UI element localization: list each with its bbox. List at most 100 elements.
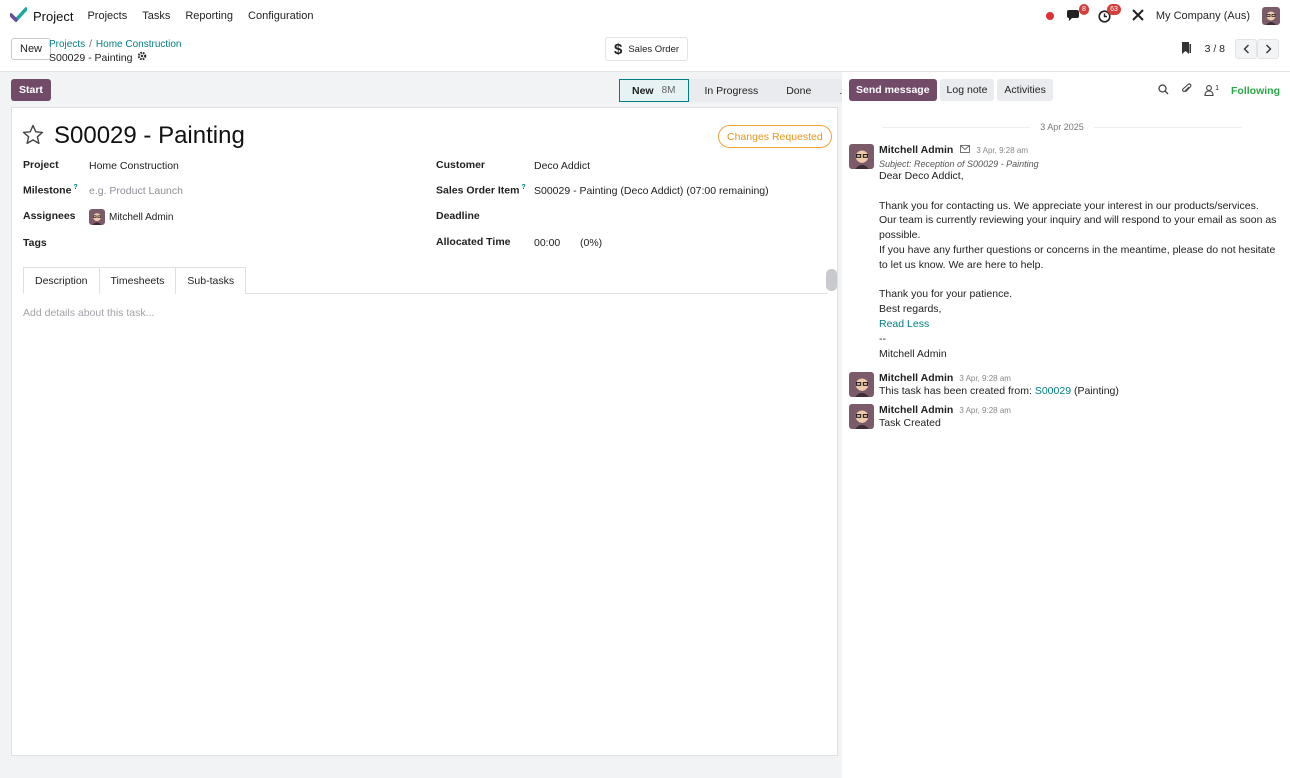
top-navbar: Project Projects Tasks Reporting Configu… — [0, 0, 1290, 32]
message-text: Task Created — [879, 417, 941, 429]
tab-timesheets[interactable]: Timesheets — [98, 267, 177, 294]
app-brand[interactable]: Project — [9, 7, 74, 25]
stage-new-label: New — [632, 84, 654, 97]
tab-sub-tasks[interactable]: Sub-tasks — [175, 267, 247, 294]
milestone-label: Milestone? — [23, 184, 78, 197]
start-timer-button[interactable]: Start — [11, 79, 51, 101]
tab-description[interactable]: Description — [23, 267, 100, 294]
stage-done[interactable]: Done — [770, 79, 824, 102]
message-author[interactable]: Mitchell Admin — [879, 144, 953, 156]
envelope-icon — [960, 144, 973, 156]
menu-configuration[interactable]: Configuration — [248, 10, 313, 22]
log-note-button[interactable]: Log note — [939, 79, 995, 101]
chatter-icons: 1 Following — [1158, 83, 1280, 98]
stage-duration: 8M — [661, 85, 676, 96]
tools-icon[interactable] — [1132, 8, 1144, 24]
form-scrollbar[interactable] — [826, 269, 837, 291]
new-button[interactable]: New — [11, 38, 52, 60]
author-avatar[interactable] — [849, 144, 874, 169]
customer-value[interactable]: Deco Addict — [534, 160, 590, 172]
form-sheet: S00029 - Painting Changes Requested Proj… — [11, 107, 838, 756]
stage-new[interactable]: New 8M — [619, 79, 689, 102]
message-line: Best regards, — [879, 303, 942, 316]
sales-order-item-value[interactable]: S00029 - Painting (Deco Addict) (07:00 r… — [534, 185, 769, 197]
sales-order-label: Sales Order — [628, 43, 680, 55]
milestone-help-icon[interactable]: ? — [73, 184, 77, 191]
menu-reporting[interactable]: Reporting — [185, 10, 233, 22]
sales-order-item-label-text: Sales Order Item — [436, 184, 520, 197]
menu-tasks[interactable]: Tasks — [142, 10, 170, 22]
message-line: Dear Deco Addict, — [879, 170, 964, 182]
breadcrumb-current-record: S00029 - Painting — [49, 51, 133, 64]
dollar-icon: $ — [614, 40, 623, 58]
chevron-left-icon — [1243, 44, 1249, 54]
pager-next-button[interactable] — [1257, 39, 1279, 59]
star-icon[interactable] — [22, 124, 44, 149]
stage-statusbar: New 8M In Progress Done ... — [619, 79, 861, 102]
sales-order-smart-button[interactable]: $ Sales Order — [605, 37, 689, 61]
sales-order-item-help-icon[interactable]: ? — [521, 184, 525, 191]
message-line — [879, 273, 1279, 288]
signature-line: Mitchell Admin — [879, 347, 947, 360]
message-author[interactable]: Mitchell Admin — [879, 372, 953, 384]
assignee-name: Mitchell Admin — [109, 211, 174, 223]
breadcrumb-home-construction[interactable]: Home Construction — [96, 39, 182, 50]
followers-count: 1 — [1215, 85, 1219, 92]
breadcrumb-projects[interactable]: Projects — [49, 39, 85, 50]
customer-label: Customer — [436, 159, 486, 171]
source-record-link[interactable]: S00029 — [1035, 385, 1071, 397]
allocated-time-label: Allocated Time — [436, 236, 511, 248]
pager-previous-button[interactable] — [1235, 39, 1257, 59]
project-value[interactable]: Home Construction — [89, 160, 179, 172]
message-author[interactable]: Mitchell Admin — [879, 404, 953, 416]
author-avatar[interactable] — [849, 372, 874, 397]
activities-button[interactable]: Activities — [997, 79, 1053, 101]
read-less-link[interactable]: Read Less — [879, 317, 1279, 332]
menu-projects[interactable]: Projects — [87, 10, 127, 22]
project-app-icon — [9, 7, 28, 25]
message-line: Thank you for contacting us. We apprecia… — [879, 199, 1259, 212]
search-icon[interactable] — [1158, 83, 1169, 98]
chatter-topbar: Send message Log note Activities — [849, 79, 1053, 101]
activities-clock-icon[interactable]: 63 — [1098, 4, 1121, 23]
project-label: Project — [23, 159, 59, 171]
user-avatar[interactable] — [1262, 7, 1280, 25]
milestone-input[interactable]: e.g. Product Launch — [89, 185, 183, 197]
bookmark-icon[interactable] — [1181, 41, 1191, 57]
milestone-label-text: Milestone — [23, 184, 72, 197]
signature-line: -- — [879, 332, 886, 345]
pager-value[interactable]: 3 / 8 — [1205, 43, 1225, 55]
tags-label: Tags — [23, 237, 47, 249]
message-text-suffix: (Painting) — [1073, 385, 1119, 397]
assignees-field[interactable]: Mitchell Admin — [89, 209, 173, 225]
messages-badge: 8 — [1078, 4, 1089, 15]
message-time: 3 Apr, 9:28 am — [959, 374, 1011, 383]
description-editor[interactable]: Add details about this task... — [23, 307, 154, 319]
assignee-avatar — [89, 209, 105, 225]
chatter: Send message Log note Activities 1 Follo… — [842, 72, 1290, 778]
company-switcher[interactable]: My Company (Aus) — [1156, 10, 1250, 22]
send-message-button[interactable]: Send message — [849, 79, 937, 101]
task-title[interactable]: S00029 - Painting — [54, 122, 245, 150]
tags-input[interactable] — [89, 237, 389, 251]
paperclip-icon[interactable] — [1181, 83, 1192, 98]
following-button[interactable]: Following — [1231, 85, 1280, 97]
author-avatar[interactable] — [849, 404, 874, 429]
stage-in-progress[interactable]: In Progress — [688, 79, 771, 102]
state-changes-requested[interactable]: Changes Requested — [718, 125, 832, 148]
chevron-right-icon — [1265, 44, 1271, 54]
notebook-tabs: Description Timesheets Sub-tasks — [23, 267, 828, 294]
allocated-time-value[interactable]: 00:00 — [534, 237, 560, 249]
date-separator: 3 Apr 2025 — [872, 122, 1252, 132]
message-line: to let us know. We are here to help. — [879, 258, 1044, 271]
recording-indicator-icon[interactable] — [1045, 12, 1054, 20]
sales-order-item-label: Sales Order Item? — [436, 184, 526, 197]
app-name: Project — [33, 8, 74, 24]
messages-icon[interactable]: 8 — [1066, 4, 1089, 23]
message-line: Our team is currently reviewing your inq… — [879, 214, 1277, 227]
gear-icon[interactable] — [137, 51, 147, 64]
assignees-label: Assignees — [23, 210, 76, 222]
deadline-input[interactable] — [534, 210, 784, 224]
followers-button[interactable]: 1 — [1204, 85, 1219, 96]
chatter-message: Mitchell Admin 3 Apr, 9:28 am Subject: R… — [849, 144, 1279, 364]
